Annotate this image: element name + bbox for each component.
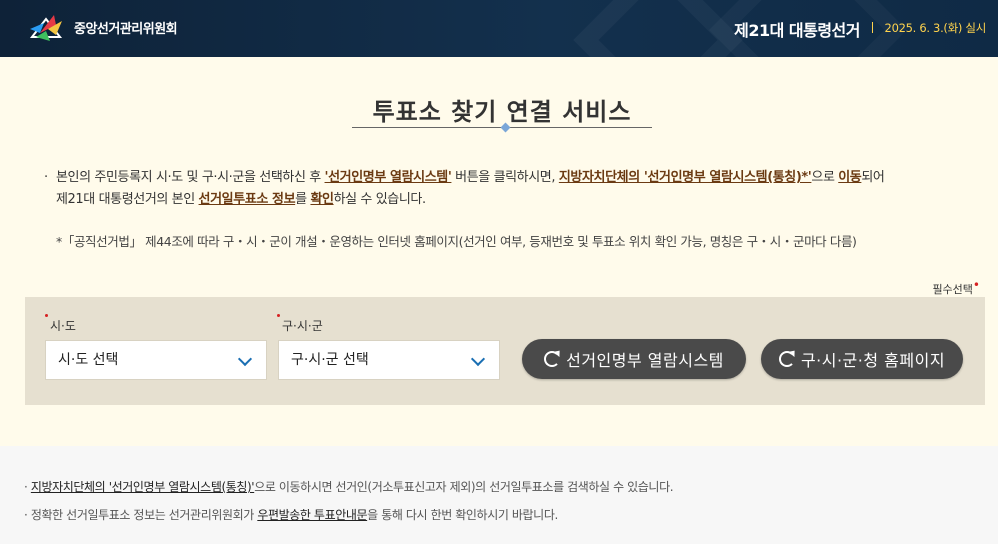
desc-text: 으로 [811, 170, 839, 185]
footer-notice-link[interactable]: 우편발송한 투표안내문 [257, 508, 367, 522]
desc-text: 하실 수 있습니다. [333, 192, 427, 207]
refresh-icon [778, 351, 795, 367]
district-homepage-button-label: 구·시·군·청 홈페이지 [800, 351, 946, 370]
voter-registry-button-label: 선거인명부 열람시스템 [566, 351, 724, 370]
service-description: · 본인의 주민등록지 시·도 및 구·시·군을 선택하신 후 '선거인명부 열… [44, 167, 974, 211]
required-text: 필수선택 [932, 283, 973, 296]
sido-select-value: 시·도 선택 [58, 352, 119, 368]
required-dot-icon [45, 314, 48, 317]
chevron-down-icon [237, 351, 253, 367]
sido-select[interactable]: 시·도 선택 [45, 340, 267, 380]
footer-note: · 정확한 선거일투표소 정보는 선거관리위원회가 우편발송한 투표안내문을 통… [24, 506, 558, 523]
law-note: *「공직선거법」 제44조에 따라 구・시・군이 개설・운영하는 인터넷 홈페이… [56, 234, 857, 249]
desc-highlight: 이동 [838, 170, 862, 185]
footer-registry-link[interactable]: 지방자치단체의 '선거인명부 열람시스템(통칭)' [31, 480, 255, 494]
bullet-icon: · [44, 170, 48, 185]
desc-text: 본인의 주민등록지 시·도 및 구·시·군을 선택하신 후 [56, 170, 325, 185]
required-label: 필수선택• [932, 278, 980, 297]
gusigun-select-value: 구·시·군 선택 [291, 352, 369, 368]
refresh-icon [544, 351, 561, 367]
nec-logo-icon [29, 15, 63, 41]
desc-text: 를 [295, 192, 311, 207]
footer-notes: · 지방자치단체의 '선거인명부 열람시스템(통칭)'으로 이동하시면 선거인(… [0, 446, 998, 544]
footer-note-text: 으로 이동하시면 선거인(거소투표신고자 제외)의 선거일투표소를 검색하실 수… [254, 480, 674, 494]
org-name: 중앙선거관리위원회 [74, 21, 178, 37]
desc-text: 버튼을 클릭하시면, [451, 170, 559, 185]
desc-text: 되어 [861, 170, 885, 185]
desc-text: 제21대 대통령선거의 본인 [56, 192, 199, 207]
chevron-down-icon [470, 351, 486, 367]
desc-highlight: '선거인명부 열람시스템' [324, 170, 452, 185]
desc-highlight: 지방자치단체의 '선거인명부 열람시스템(통칭)*' [558, 170, 812, 185]
desc-highlight: 선거일투표소 정보 [198, 192, 296, 207]
footer-note-text: 을 통해 다시 한번 확인하시기 바랍니다. [367, 508, 558, 522]
site-header: 중앙선거관리위원회 제21대 대통령선거 2025. 6. 3.(화) 실시 [0, 0, 998, 57]
footer-note: · 지방자치단체의 '선거인명부 열람시스템(통칭)'으로 이동하시면 선거인(… [24, 478, 674, 495]
district-homepage-button[interactable]: 구·시·군·청 홈페이지 [761, 339, 963, 379]
bullet-icon: · [24, 480, 28, 494]
election-date: 2025. 6. 3.(화) 실시 [884, 21, 987, 35]
nec-logo[interactable]: 중앙선거관리위원회 [26, 11, 178, 43]
selection-panel: 시·도 시·도 선택 구·시·군 구·시·군 선택 선거인명부 열람시스템 구·… [25, 297, 985, 405]
sido-label-text: 시·도 [50, 319, 76, 333]
election-title: 제21대 대통령선거 [734, 21, 860, 40]
sido-label: 시·도 [45, 314, 76, 334]
footer-note-text: 정확한 선거일투표소 정보는 선거관리위원회가 [30, 508, 258, 522]
bullet-icon: · [24, 508, 28, 522]
gusigun-label: 구·시·군 [277, 314, 323, 334]
gusigun-label-text: 구·시·군 [282, 319, 323, 333]
header-separator [872, 22, 873, 33]
required-dot-icon [277, 314, 280, 317]
required-dot-icon: • [972, 278, 980, 292]
gusigun-select[interactable]: 구·시·군 선택 [278, 340, 500, 380]
voter-registry-button[interactable]: 선거인명부 열람시스템 [522, 339, 746, 379]
desc-highlight: 확인 [310, 192, 334, 207]
page-title: 투표소 찾기 연결 서비스 [372, 98, 632, 126]
